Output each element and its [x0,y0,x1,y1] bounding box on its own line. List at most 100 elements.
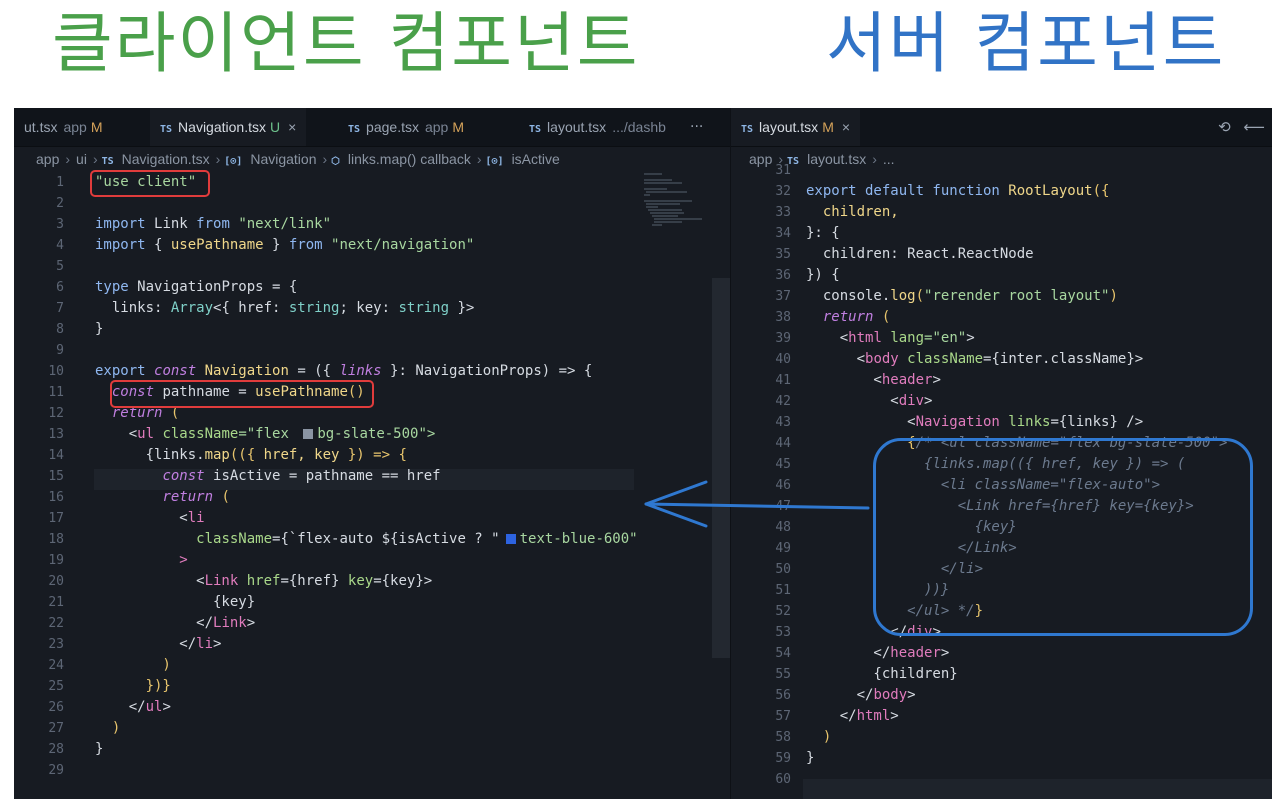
line-number[interactable]: 44 [747,433,791,454]
line-number[interactable]: 50 [747,559,791,580]
line-number[interactable]: 39 [747,328,791,349]
code-line: 55 {children} [731,664,1272,685]
tab-bar-left: ut.tsx app M TS Navigation.tsx U × TS page.tsx… [14,108,730,147]
line-number[interactable]: 54 [747,643,791,664]
code-line: 34}: { [731,223,1272,244]
code-text: {children} [806,666,958,682]
line-number[interactable]: 26 [34,697,64,718]
code-line: 43 <Navigation links={links} /> [731,412,1272,433]
line-number[interactable]: 51 [747,580,791,601]
vertical-scrollbar[interactable] [712,278,730,658]
code-line: 22 </Link> [14,613,730,634]
typescript-icon: TS [529,124,542,135]
line-number[interactable]: 29 [34,760,64,781]
line-number[interactable]: 11 [34,382,64,403]
code-line: 6 type NavigationProps = { [14,277,730,298]
line-number[interactable]: 40 [747,349,791,370]
line-number[interactable]: 35 [747,244,791,265]
tab-layout-app[interactable]: ut.tsx app M [14,108,113,146]
breadcrumb-item[interactable]: links.map() callback [348,151,471,167]
line-number[interactable]: 9 [34,340,64,361]
line-number[interactable]: 49 [747,538,791,559]
code-line: 13 <ul className="flex bg-slate-500"> [14,424,730,445]
breadcrumb-item[interactable]: ui [76,151,87,167]
line-number[interactable]: 7 [34,298,64,319]
more-tabs-icon[interactable]: ··· [690,108,703,146]
line-number[interactable]: 13 [34,424,64,445]
line-number[interactable]: 18 [34,529,64,550]
chevron-right-icon: › [65,151,71,167]
line-number[interactable]: 59 [747,748,791,769]
line-number[interactable]: 21 [34,592,64,613]
line-number[interactable]: 58 [747,727,791,748]
code-text: export const Navigation = ({ links }: Na… [95,363,593,379]
code-line: 10 export const Navigation = ({ links }: … [14,361,730,382]
code-text: <ul className="flex bg-slate-500"> [95,426,436,442]
line-number[interactable]: 31 [747,160,791,181]
line-number[interactable]: 57 [747,706,791,727]
line-number[interactable]: 25 [34,676,64,697]
line-number[interactable]: 8 [34,319,64,340]
line-number[interactable]: 53 [747,622,791,643]
line-number[interactable]: 33 [747,202,791,223]
tab-layout-dashboard[interactable]: TS layout.tsx .../dashb [519,108,676,146]
line-number[interactable]: 32 [747,181,791,202]
source-control-icon[interactable]: ⟲ [1218,118,1231,136]
line-number[interactable]: 36 [747,265,791,286]
tab-root-layout[interactable]: TS layout.tsx M × [731,108,861,146]
line-number[interactable]: 5 [34,256,64,277]
line-number[interactable]: 15 [34,466,64,487]
line-number[interactable]: 3 [34,214,64,235]
line-number[interactable]: 1 [34,172,64,193]
go-back-icon[interactable]: ⟵ [1243,118,1265,136]
line-number[interactable]: 20 [34,571,64,592]
line-number[interactable]: 43 [747,412,791,433]
code-text: {links.map(({ href, key }) => { [95,447,407,463]
line-number[interactable]: 37 [747,286,791,307]
tab-page[interactable]: TS page.tsx app M [338,108,474,146]
close-icon[interactable]: × [842,119,850,135]
color-swatch-icon[interactable] [303,429,314,439]
line-number[interactable]: 23 [34,634,64,655]
code-line: 32 export default function RootLayout({ [731,181,1272,202]
line-number[interactable]: 34 [747,223,791,244]
line-number[interactable]: 60 [747,769,791,790]
line-number[interactable]: 52 [747,601,791,622]
editor-pane-left: ut.tsx app M TS Navigation.tsx U × TS page.tsx… [14,108,730,799]
line-number[interactable]: 56 [747,685,791,706]
line-number[interactable]: 16 [34,487,64,508]
line-number[interactable]: 27 [34,718,64,739]
line-number[interactable]: 12 [34,403,64,424]
line-number[interactable]: 42 [747,391,791,412]
breadcrumb-item[interactable]: app [36,151,59,167]
code-text: })} [95,678,171,694]
tab-navigation[interactable]: TS Navigation.tsx U × [150,108,307,146]
color-swatch-icon[interactable] [505,534,516,544]
breadcrumb-item[interactable]: Navigation.tsx [122,151,210,167]
code-text: <Link href={href} key={key}> [95,573,433,589]
line-number[interactable]: 6 [34,277,64,298]
code-text: {key} [95,594,256,610]
line-number[interactable]: 19 [34,550,64,571]
line-number[interactable]: 45 [747,454,791,475]
close-icon[interactable]: × [288,119,296,135]
code-text: <body className={inter.className}> [806,351,1144,367]
line-number[interactable]: 55 [747,664,791,685]
breadcrumb-item[interactable]: isActive [512,151,560,167]
line-number[interactable]: 24 [34,655,64,676]
tab-sub: .../dashb [612,119,666,135]
breadcrumb-item[interactable]: Navigation [250,151,316,167]
line-number[interactable]: 17 [34,508,64,529]
line-number[interactable]: 14 [34,445,64,466]
line-number[interactable]: 28 [34,739,64,760]
line-number[interactable]: 10 [34,361,64,382]
line-number[interactable]: 41 [747,370,791,391]
minimap[interactable] [642,170,712,230]
line-number[interactable]: 38 [747,307,791,328]
code-text: }) { [806,267,840,283]
code-line: 58 ) [731,727,1272,748]
line-number[interactable]: 2 [34,193,64,214]
code-line: 19 > [14,550,730,571]
line-number[interactable]: 4 [34,235,64,256]
line-number[interactable]: 22 [34,613,64,634]
